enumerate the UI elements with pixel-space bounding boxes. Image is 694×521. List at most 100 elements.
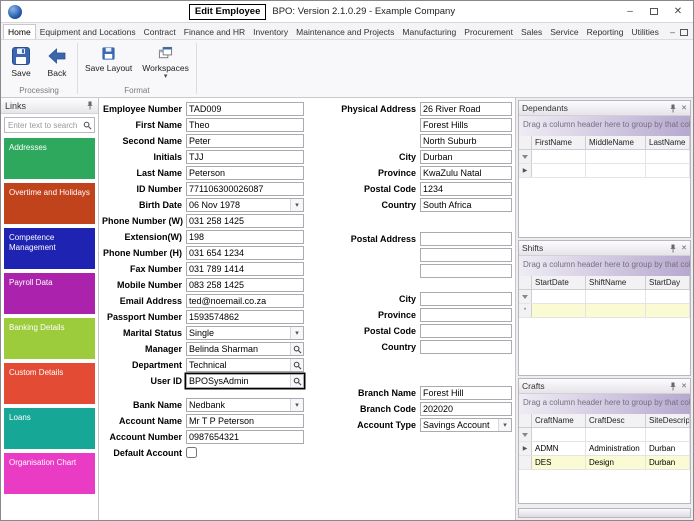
phone-number-w-input[interactable] [187,215,303,227]
grid-cell[interactable]: Administration [586,442,646,455]
province-input[interactable] [421,167,511,179]
grid-cell[interactable] [532,150,586,163]
grid-cell[interactable] [532,164,586,177]
physical-address-input[interactable] [421,103,511,115]
grid-cell[interactable]: Durban [646,456,690,469]
account-name-input[interactable] [187,415,303,427]
right-address-line-input[interactable] [421,135,511,147]
tab-equipment-and-locations[interactable]: Equipment and Locations [36,25,140,39]
user-id-input[interactable] [187,375,290,387]
initials-input[interactable] [187,151,303,163]
email-address-input[interactable] [187,295,303,307]
phone-number-h-input[interactable] [187,247,303,259]
dropdown-arrow-icon[interactable]: ▾ [498,419,511,431]
back-button[interactable]: Back [40,42,74,86]
grid-cell[interactable] [586,290,646,303]
tab-reporting[interactable]: Reporting [583,25,628,39]
last-name-input[interactable] [187,167,303,179]
grid-cell[interactable]: Design [586,456,646,469]
search-icon[interactable] [81,121,94,130]
link-tile-banking-details[interactable]: Banking Details [4,318,95,359]
postal-code-input[interactable] [421,325,511,337]
id-number-input[interactable] [187,183,303,195]
link-tile-addresses[interactable]: Addresses [4,138,95,179]
link-tile-loans[interactable]: Loans [4,408,95,449]
lookup-search-icon[interactable] [290,343,303,355]
pin-icon[interactable] [86,101,94,110]
dropdown-arrow-icon[interactable]: ▾ [290,327,303,339]
extension-w-input[interactable] [187,231,303,243]
mdi-restore-icon[interactable] [680,28,688,36]
link-tile-payroll-data[interactable]: Payroll Data [4,273,95,314]
grid-cell[interactable] [646,150,690,163]
department-input[interactable] [187,359,290,371]
grid-cell[interactable] [532,304,586,317]
right-address-line-input[interactable] [421,265,511,277]
grid-cell[interactable] [646,164,690,177]
grid-cell[interactable] [586,164,646,177]
column-header-shiftname[interactable]: ShiftName [586,276,646,289]
link-tile-competence-management[interactable]: Competence Management [4,228,95,269]
postal-address-input[interactable] [421,233,511,245]
tab-utilities[interactable]: Utilities [627,25,662,39]
grid-cell[interactable] [586,428,646,441]
column-header-firstname[interactable]: FirstName [532,136,586,149]
mdi-minimize-icon[interactable]: – [670,27,675,37]
panel-pin-icon[interactable] [669,104,677,113]
lookup-search-icon[interactable] [290,375,303,387]
column-header-startday[interactable]: StartDay [646,276,690,289]
grid-cell[interactable] [532,290,586,303]
grid-cell[interactable]: ADMN [532,442,586,455]
city-input[interactable] [421,151,511,163]
marital-status-input[interactable] [187,327,290,339]
country-input[interactable] [421,199,511,211]
panel-close-icon[interactable]: ✕ [681,382,687,390]
save-button[interactable]: Save [4,42,38,86]
tab-manufacturing[interactable]: Manufacturing [398,25,460,39]
column-header-craftdesc[interactable]: CraftDesc [586,414,646,427]
link-tile-organisation-chart[interactable]: Organisation Chart [4,453,95,494]
manager-input[interactable] [187,343,290,355]
branch-code-input[interactable] [421,403,511,415]
grid-cell[interactable] [586,304,646,317]
save-layout-button[interactable]: Save Layout [81,42,136,86]
column-header-lastname[interactable]: LastName [646,136,690,149]
dropdown-arrow-icon[interactable]: ▾ [290,199,303,211]
column-header-craftname[interactable]: CraftName [532,414,586,427]
grid-cell[interactable]: DES [532,456,586,469]
city-input[interactable] [421,293,511,305]
second-name-input[interactable] [187,135,303,147]
tab-inventory[interactable]: Inventory [249,25,292,39]
tab-procurement[interactable]: Procurement [460,25,517,39]
mobile-number-input[interactable] [187,279,303,291]
column-header-sitedescription[interactable]: SiteDescription [646,414,690,427]
grid-cell[interactable]: Durban [646,442,690,455]
tab-finance-and-hr[interactable]: Finance and HR [180,25,249,39]
panel-close-icon[interactable]: ✕ [681,104,687,112]
link-tile-custom-details[interactable]: Custom Details [4,363,95,404]
panel-pin-icon[interactable] [669,244,677,253]
employee-number-input[interactable] [187,103,303,115]
column-header-startdate[interactable]: StartDate [532,276,586,289]
right-address-line-input[interactable] [421,119,511,131]
grid-cell[interactable] [532,428,586,441]
default-account-checkbox[interactable] [186,447,197,458]
grid-cell[interactable] [646,428,690,441]
tab-maintenance-and-projects[interactable]: Maintenance and Projects [292,25,398,39]
tab-service[interactable]: Service [546,25,582,39]
right-address-line-input[interactable] [421,249,511,261]
lookup-search-icon[interactable] [290,359,303,371]
workspaces-button[interactable]: Workspaces ▾ [138,42,193,86]
minimize-button[interactable]: – [618,3,642,21]
branch-name-input[interactable] [421,387,511,399]
account-type-input[interactable] [421,419,498,431]
close-button[interactable]: ✕ [666,3,690,21]
grid-cell[interactable] [646,304,690,317]
panel-pin-icon[interactable] [669,382,677,391]
panel-close-icon[interactable]: ✕ [681,244,687,252]
tab-contract[interactable]: Contract [140,25,180,39]
account-number-input[interactable] [187,431,303,443]
links-search-input[interactable] [5,120,81,130]
maximize-button[interactable] [642,3,666,21]
column-header-middlename[interactable]: MiddleName [586,136,646,149]
